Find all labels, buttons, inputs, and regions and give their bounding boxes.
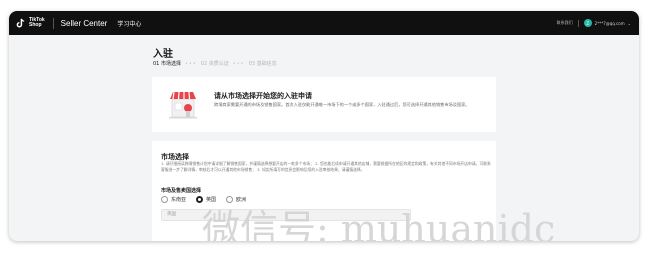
avatar-letter: Z	[586, 20, 590, 26]
step-market-selection: 01 市场选择	[153, 61, 181, 67]
storefront-icon	[169, 91, 197, 119]
watermark-text: 微信号: muhuanidc	[202, 207, 556, 241]
intro-title: 请从市场选择开始您的入驻申请	[214, 92, 312, 100]
top-header: TikTok Shop Seller Center 学习中心 联系我们 Z 2*…	[9, 11, 639, 35]
step-basic-info: 03 基础信息	[248, 61, 277, 67]
radio-label: 东南亚	[171, 197, 187, 203]
logo-line-2: Shop	[29, 22, 42, 28]
avatar[interactable]: Z	[583, 19, 592, 27]
radio-button[interactable]	[161, 196, 168, 203]
market-select-label: 市场及售卖国选择	[161, 188, 202, 194]
app-window: TikTok Shop Seller Center 学习中心 联系我们 Z 2*…	[9, 11, 639, 241]
intro-card: 请从市场选择开始您的入驻申请 跨境商家需要开通的市场及销售国家。首次入驻仅能开通…	[152, 77, 496, 132]
step-dots: •••	[232, 60, 245, 67]
header-separator	[577, 19, 579, 27]
step-indicator: 01 市场选择 ••• 02 资质认证 ••• 03 基础信息	[153, 60, 277, 68]
step-dots: •••	[184, 60, 197, 67]
intro-description: 跨境商家需要开通的市场及销售国家。首次入驻仅能开通唯一市场下的一个或多个国家，入…	[214, 102, 470, 107]
nav-learning-center[interactable]: 学习中心	[117, 19, 141, 28]
header-divider	[52, 17, 54, 29]
market-description: 1. 请仔细阅读跨境销售计划中请详细了解销售国家，并谨慎选择想要开店的一款多个市…	[161, 161, 491, 172]
chevron-down-icon[interactable]: ⌄	[628, 21, 631, 26]
app-title: Seller Center	[60, 18, 108, 28]
tiktok-shop-logo[interactable]: TikTok Shop	[15, 18, 45, 29]
step-qualification: 02 资质认证	[200, 61, 229, 67]
account-email[interactable]: 2***7@qq.com	[595, 21, 625, 26]
tiktok-note-icon	[16, 18, 25, 27]
radio-southeast-asia[interactable]: 东南亚	[161, 196, 186, 203]
contact-us-link[interactable]: 联系我们	[557, 20, 573, 26]
page-title: 入驻	[153, 49, 173, 60]
